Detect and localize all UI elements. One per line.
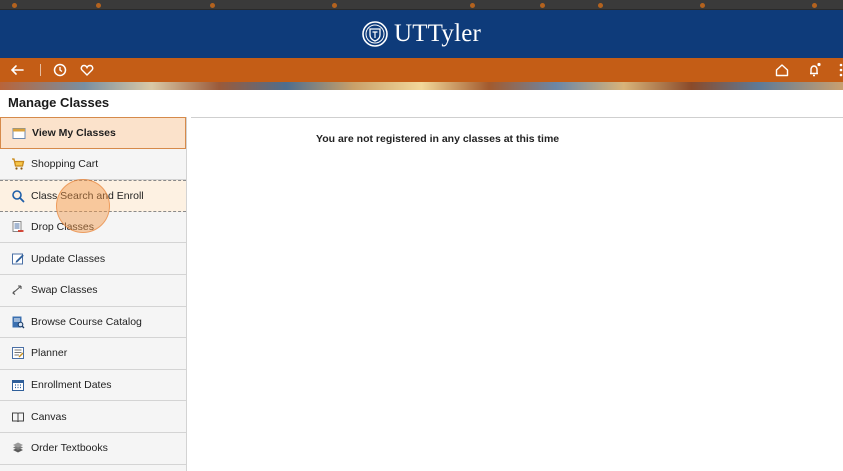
- strip-dot: [598, 3, 603, 8]
- sidebar-item-update-classes[interactable]: Update Classes: [0, 243, 186, 275]
- sidebar-item-planner[interactable]: Planner: [0, 338, 186, 370]
- back-arrow-icon[interactable]: [8, 61, 26, 79]
- favorites-heart-icon[interactable]: [78, 61, 96, 79]
- history-clock-icon[interactable]: [51, 61, 69, 79]
- content-divider: [191, 117, 843, 118]
- sidebar-item-enrollment-dates[interactable]: Enrollment Dates: [0, 370, 186, 402]
- sidebar-item-swap-classes[interactable]: Swap Classes: [0, 275, 186, 307]
- strip-dot: [470, 3, 475, 8]
- sidebar-item-order-textbooks[interactable]: Order Textbooks: [0, 433, 186, 465]
- planner-icon: [12, 347, 24, 360]
- strip-dot: [12, 3, 17, 8]
- sidebar-menu: View My Classes Shopping Cart Class Sear…: [0, 117, 187, 471]
- strip-dot: [540, 3, 545, 8]
- sidebar-item-view-my-classes[interactable]: View My Classes: [0, 117, 186, 149]
- sidebar-item-shopping-cart[interactable]: Shopping Cart: [0, 149, 186, 181]
- sidebar-item-label: Class Search and Enroll: [31, 189, 144, 202]
- book-open-icon: [12, 412, 24, 422]
- nav-separator: [40, 64, 41, 76]
- sidebar-item-label: Drop Classes: [31, 221, 95, 234]
- brand-logo: UTTyler: [362, 20, 481, 48]
- empty-state-message: You are not registered in any classes at…: [316, 133, 560, 145]
- sidebar-item-label: Order Textbooks: [31, 442, 108, 455]
- sidebar-item-label: Shopping Cart: [31, 157, 99, 170]
- sidebar-item-label: Browse Course Catalog: [31, 315, 142, 328]
- sidebar-item-drop-classes[interactable]: Drop Classes: [0, 212, 186, 244]
- nav-bar: [0, 58, 843, 82]
- cart-icon: [12, 158, 25, 170]
- strip-dot: [210, 3, 215, 8]
- brand-header: UTTyler: [0, 10, 843, 58]
- textbooks-icon: [13, 442, 23, 453]
- notification-bell-icon[interactable]: [805, 61, 823, 79]
- strip-dot: [96, 3, 101, 8]
- sidebar-item-label: Enrollment Dates: [31, 379, 112, 392]
- sidebar-item-label: Planner: [31, 347, 68, 360]
- sidebar-item-canvas[interactable]: Canvas: [0, 401, 186, 433]
- search-icon: [12, 190, 25, 203]
- sidebar-item-class-search-and-enroll[interactable]: Class Search and Enroll: [0, 180, 186, 212]
- sidebar-item-browse-course-catalog[interactable]: Browse Course Catalog: [0, 307, 186, 339]
- sidebar-item-label: Swap Classes: [31, 284, 98, 297]
- shield-seal-icon: [362, 21, 388, 47]
- sidebar-item-label: Canvas: [31, 410, 67, 423]
- strip-dot: [812, 3, 817, 8]
- drop-list-icon: [12, 221, 24, 233]
- page-title: Manage Classes: [8, 95, 110, 110]
- brand-name: UTTyler: [393, 20, 482, 47]
- edit-icon: [12, 253, 24, 265]
- catalog-icon: [12, 316, 25, 329]
- calendar-grid-icon: [12, 380, 24, 392]
- decorative-banner: [0, 82, 843, 90]
- top-browser-strip: [0, 0, 843, 10]
- swap-icon: [12, 285, 22, 296]
- sidebar-item-label: View My Classes: [32, 126, 116, 139]
- sidebar-item-label: Update Classes: [31, 252, 106, 265]
- home-icon[interactable]: [773, 61, 791, 79]
- calendar-icon: [12, 127, 26, 139]
- strip-dot: [332, 3, 337, 8]
- strip-dot: [700, 3, 705, 8]
- more-options-icon[interactable]: [832, 61, 843, 79]
